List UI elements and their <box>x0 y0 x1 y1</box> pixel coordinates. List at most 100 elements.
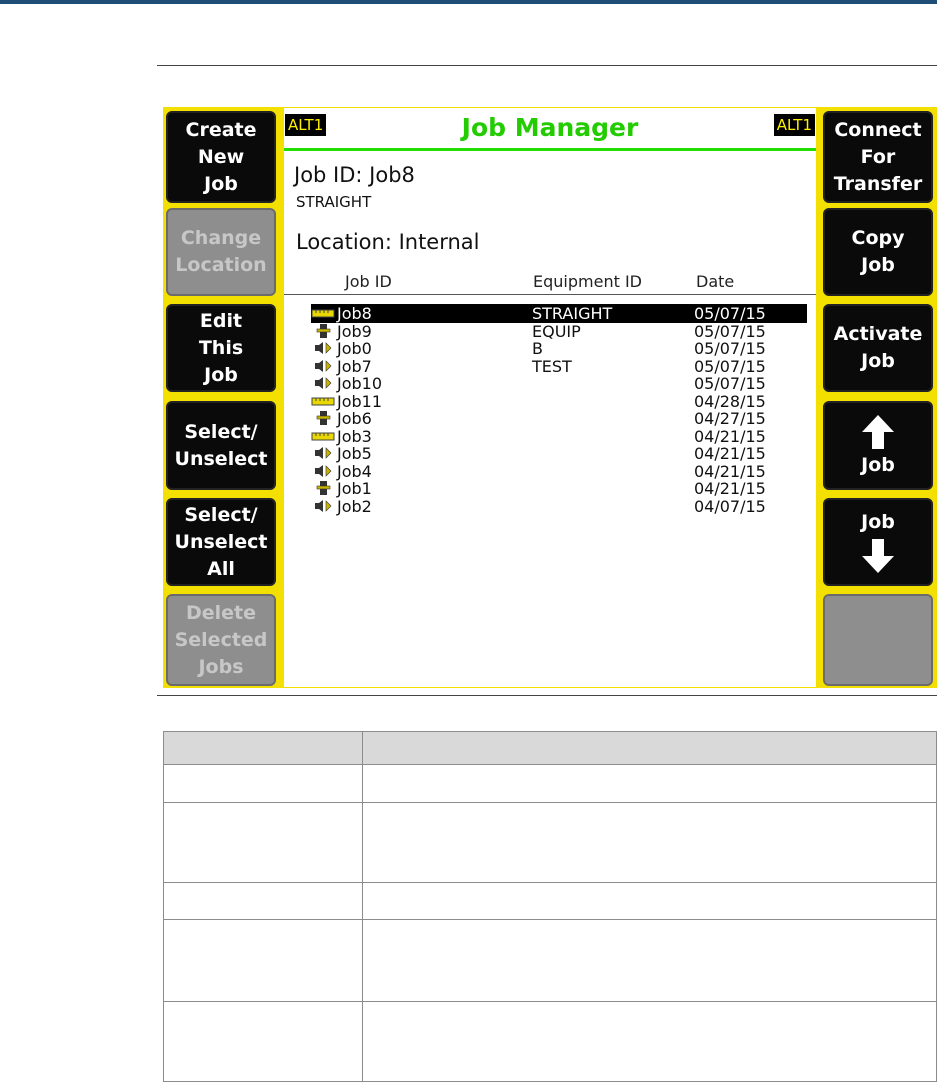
alt-indicator-right: ALT1 <box>773 114 815 136</box>
activate-job-label-2: Job <box>861 350 895 372</box>
table-cell <box>362 764 937 803</box>
header-band <box>0 0 937 4</box>
job-down-label: Job <box>861 510 895 533</box>
job-row[interactable]: Job4 04/21/15 <box>311 462 807 481</box>
job-date: 05/07/15 <box>694 321 766 341</box>
table-row <box>163 1001 937 1082</box>
job-row[interactable]: Job7 TEST 05/07/15 <box>311 357 807 376</box>
job-up-button[interactable]: Job <box>823 401 933 490</box>
screen-title: Job Manager <box>461 113 639 142</box>
table-cell <box>163 802 363 883</box>
table-cell <box>362 919 937 1002</box>
select-unselect-label-1: Select/ <box>184 420 258 443</box>
arrow-down-icon <box>862 538 894 573</box>
job-name: Job6 <box>337 409 372 428</box>
table-cell <box>163 1001 363 1082</box>
job-date: 04/28/15 <box>694 391 766 411</box>
speaker-icon <box>311 498 337 514</box>
job-name: Job8 <box>337 304 372 323</box>
copy-job-button[interactable]: Copy Job <box>823 208 933 296</box>
job-name: Job0 <box>337 339 372 358</box>
table-row <box>163 919 937 1002</box>
change-location-label-1: Change <box>180 227 262 249</box>
current-equipment-id: STRAIGHT <box>296 193 372 211</box>
edit-this-job-label-2: This <box>198 336 244 359</box>
job-row[interactable]: Job5 04/21/15 <box>311 444 807 463</box>
table-cell <box>163 764 363 803</box>
location-label: Location: Internal <box>296 230 480 254</box>
probe-icon <box>311 410 337 426</box>
job-up-label: Job <box>861 454 895 476</box>
create-new-job-label-2: New <box>197 145 245 168</box>
divider-bottom <box>157 695 937 696</box>
job-row[interactable]: Job2 04/07/15 <box>311 497 807 516</box>
table-header-row <box>163 731 937 765</box>
job-name: Job9 <box>337 321 372 341</box>
blank-softkey[interactable] <box>823 594 933 686</box>
job-row[interactable]: Job6 04/27/15 <box>311 409 807 428</box>
reference-table <box>163 731 937 1082</box>
table-cell <box>163 882 363 920</box>
delete-selected-jobs-label-2: Selected <box>174 628 268 651</box>
ruler-icon <box>311 305 337 321</box>
table-row <box>163 882 937 920</box>
ruler-icon <box>311 428 337 444</box>
current-job-id: Job ID: Job8 <box>294 163 415 187</box>
job-equipment-id: STRAIGHT <box>532 304 613 323</box>
probe-icon <box>311 323 337 339</box>
connect-for-transfer-button[interactable]: Connect For Transfer <box>823 111 933 203</box>
job-date: 04/07/15 <box>694 496 766 516</box>
copy-job-label-1: Copy <box>851 227 905 249</box>
connect-for-transfer-label-3: Transfer <box>833 172 923 195</box>
job-row[interactable]: Job10 05/07/15 <box>311 374 807 393</box>
job-date: 05/07/15 <box>694 339 766 358</box>
job-row[interactable]: Job0 B 05/07/15 <box>311 339 807 358</box>
job-row[interactable]: Job8 STRAIGHT 05/07/15 <box>311 304 807 323</box>
job-row[interactable]: Job11 04/28/15 <box>311 392 807 411</box>
select-unselect-all-label-1: Select/ <box>184 503 258 526</box>
job-down-button[interactable]: Job <box>823 498 933 586</box>
job-name: Job4 <box>337 461 372 481</box>
table-cell <box>362 802 937 883</box>
delete-selected-jobs-button[interactable]: Delete Selected Jobs <box>166 594 276 686</box>
connect-for-transfer-label-2: For <box>860 145 896 168</box>
probe-icon <box>311 480 337 496</box>
change-location-button[interactable]: Change Location <box>166 208 276 296</box>
job-equipment-id: B <box>532 339 543 358</box>
job-name: Job3 <box>337 426 372 446</box>
connect-for-transfer-label-1: Connect <box>834 118 922 141</box>
job-name: Job5 <box>337 444 372 463</box>
table-header-cell <box>362 731 937 765</box>
activate-job-label-1: Activate <box>833 323 923 345</box>
change-location-label-2: Location <box>175 254 267 276</box>
job-name: Job11 <box>337 391 383 411</box>
divider-top <box>157 65 937 66</box>
create-new-job-label-1: Create <box>185 118 257 141</box>
job-row[interactable]: Job1 04/21/15 <box>311 479 807 498</box>
job-date: 04/27/15 <box>694 409 766 428</box>
create-new-job-button[interactable]: Create New Job <box>166 111 276 203</box>
table-row <box>163 764 937 803</box>
job-date: 05/07/15 <box>694 304 766 323</box>
device-screen: Create New Job Change Location Edit This… <box>163 107 937 688</box>
job-row[interactable]: Job9 EQUIP 05/07/15 <box>311 322 807 341</box>
activate-job-button[interactable]: Activate Job <box>823 304 933 392</box>
job-date: 04/21/15 <box>694 461 766 481</box>
speaker-icon <box>311 375 337 391</box>
select-unselect-label-2: Unselect <box>174 447 268 470</box>
select-unselect-all-button[interactable]: Select/ Unselect All <box>166 498 276 586</box>
delete-selected-jobs-label-3: Jobs <box>198 655 244 678</box>
edit-this-job-label-1: Edit <box>199 309 243 332</box>
header-divider <box>284 294 816 295</box>
job-equipment-id: TEST <box>532 356 572 376</box>
job-date: 05/07/15 <box>694 374 766 393</box>
edit-this-job-button[interactable]: Edit This Job <box>166 304 276 392</box>
arrow-up-icon <box>862 415 894 449</box>
column-header-equipment-id: Equipment ID <box>533 272 642 291</box>
job-row[interactable]: Job3 04/21/15 <box>311 427 807 446</box>
job-date: 04/21/15 <box>694 479 766 498</box>
title-bar: ALT1 Job Manager ALT1 <box>284 108 816 151</box>
select-unselect-button[interactable]: Select/ Unselect <box>166 401 276 490</box>
job-date: 04/21/15 <box>694 444 766 463</box>
column-header-job-id: Job ID <box>345 272 392 291</box>
